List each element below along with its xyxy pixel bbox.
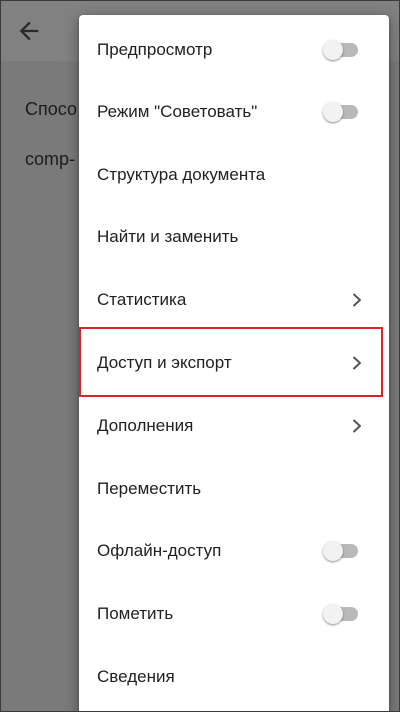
back-arrow-icon[interactable] — [15, 17, 43, 45]
menu-item-label: Дополнения — [97, 416, 194, 435]
toggle-thumb — [323, 40, 343, 60]
toggle-thumb — [323, 541, 343, 561]
menu-item-label: Доступ и экспорт — [97, 353, 232, 372]
chevron-right-icon — [350, 355, 364, 371]
menu-item-preview[interactable]: Предпросмотр — [79, 19, 389, 81]
preview-toggle[interactable] — [323, 39, 359, 61]
menu-item-label: Переместить — [97, 479, 202, 498]
menu-item-share-export[interactable]: Доступ и экспорт — [79, 332, 389, 394]
menu-item-label: Структура документа — [97, 165, 266, 184]
offline-access-toggle[interactable] — [323, 540, 359, 562]
toggle-thumb — [323, 102, 343, 122]
menu-item-label: Пометить — [97, 604, 174, 623]
menu-item-suggest-mode[interactable]: Режим "Советовать" — [79, 81, 389, 143]
chevron-right-icon — [350, 418, 364, 434]
screen-frame: Спосо comp- Предпросмотр Режим "Советова… — [0, 0, 400, 712]
menu-item-label: Предпросмотр — [97, 40, 213, 59]
menu-item-label: Режим "Советовать" — [97, 102, 258, 121]
menu-item-addons[interactable]: Дополнения — [79, 395, 389, 457]
menu-item-label: Найти и заменить — [97, 227, 239, 246]
menu-item-find-replace[interactable]: Найти и заменить — [79, 206, 389, 268]
menu-item-move[interactable]: Переместить — [79, 458, 389, 520]
menu-item-label: Статистика — [97, 290, 187, 309]
chevron-right-icon — [350, 292, 364, 308]
document-text-line: Спосо — [25, 99, 77, 119]
menu-item-star[interactable]: Пометить — [79, 583, 389, 645]
suggest-mode-toggle[interactable] — [323, 101, 359, 123]
menu-item-offline-access[interactable]: Офлайн-доступ — [79, 520, 389, 582]
menu-item-document-outline[interactable]: Структура документа — [79, 144, 389, 206]
menu-item-label: Офлайн-доступ — [97, 541, 222, 560]
overflow-menu: Предпросмотр Режим "Советовать" Структур… — [79, 15, 389, 711]
menu-item-details[interactable]: Сведения — [79, 646, 389, 708]
menu-item-label: Сведения — [97, 667, 175, 686]
star-toggle[interactable] — [323, 603, 359, 625]
menu-item-statistics[interactable]: Статистика — [79, 269, 389, 331]
toggle-thumb — [323, 604, 343, 624]
document-text-line: comp- — [25, 149, 76, 169]
